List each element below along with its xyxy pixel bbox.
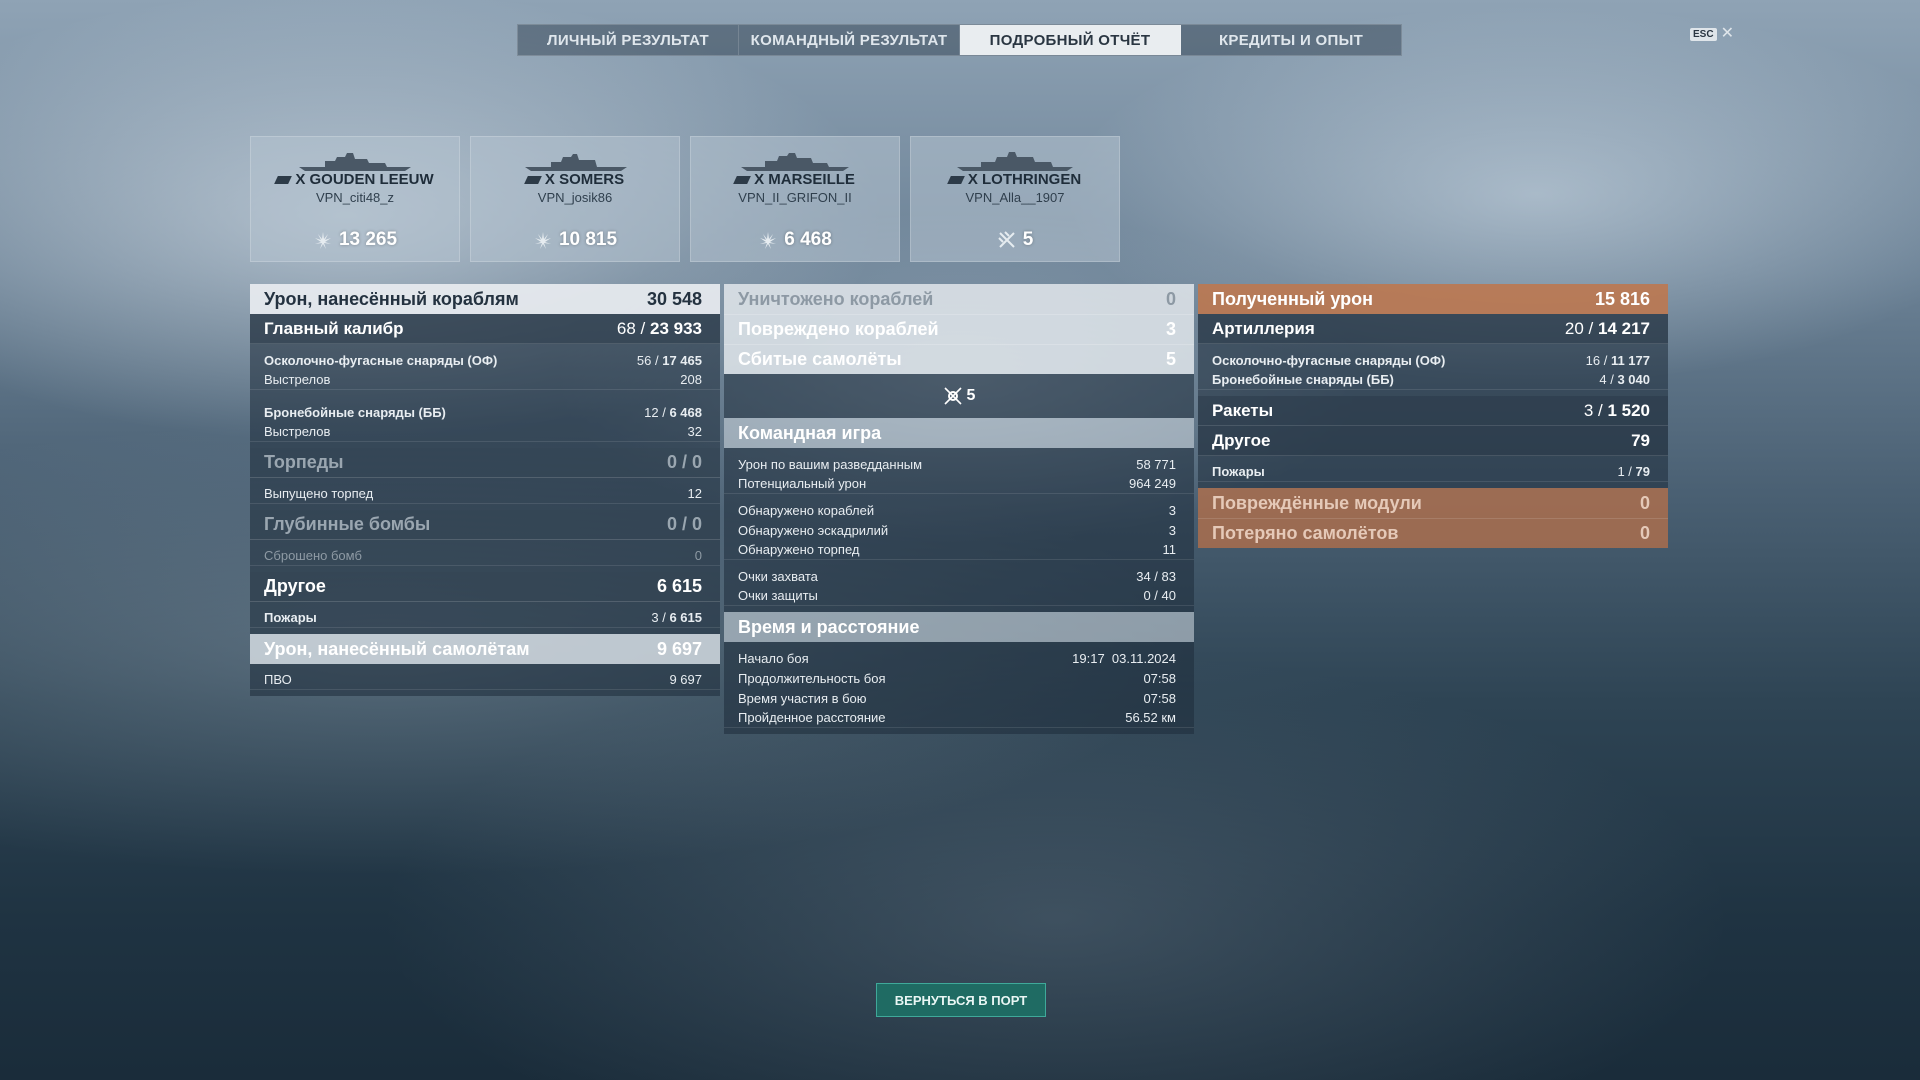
damaged-modules-row: Повреждённые модули 0 bbox=[1198, 488, 1668, 518]
score-value: 13 265 bbox=[338, 229, 398, 250]
damaged-ships-row: Повреждено кораблей 3 bbox=[724, 314, 1194, 344]
player-card: X MARSEILLE VPN_II_GRIFON_II 6 468 bbox=[690, 136, 900, 262]
ship-damage-header: Урон, нанесённый кораблям 30 548 bbox=[250, 284, 720, 314]
destroyed-ships-row: Уничтожено кораблей 0 bbox=[724, 284, 1194, 314]
planes-shot-icon bbox=[997, 231, 1015, 248]
ap-shells-row: Бронебойные снаряды (ББ) 12 / 6 468 bbox=[250, 402, 720, 422]
damage-icon bbox=[314, 232, 331, 249]
ship-silhouette-icon bbox=[741, 153, 849, 171]
ap-shots-row: Выстрелов 32 bbox=[250, 422, 720, 442]
depth-charges-row: Глубинные бомбы 0 / 0 bbox=[250, 510, 720, 540]
time-stat-row: Продолжительность боя 07:58 bbox=[724, 668, 1194, 688]
aa-row: ПВО 9 697 bbox=[250, 670, 720, 690]
damage-received-column: Полученный урон 15 816 Артиллерия 20 / 1… bbox=[1198, 284, 1668, 548]
player-name: VPN_II_GRIFON_II bbox=[738, 190, 852, 205]
team-stat-row: Урон по вашим разведданным 58 771 bbox=[724, 454, 1194, 474]
he-received-row: Осколочно-фугасные снаряды (ОФ) 16 / 11 … bbox=[1198, 350, 1668, 370]
received-damage-header: Полученный урон 15 816 bbox=[1198, 284, 1668, 314]
ship-silhouette-icon bbox=[299, 153, 411, 171]
flag-icon bbox=[946, 175, 965, 184]
team-stat-row: Обнаружено кораблей 3 bbox=[724, 500, 1194, 520]
team-stat-row: Потенциальный урон 964 249 bbox=[724, 474, 1194, 494]
damage-icon bbox=[760, 232, 777, 249]
time-stat-row: Время участия в бою 07:58 bbox=[724, 688, 1194, 708]
planes-shot-icon bbox=[943, 387, 962, 405]
he-shells-row: Осколочно-фугасные снаряды (ОФ) 56 / 17 … bbox=[250, 350, 720, 370]
top-players-cards: X GOUDEN LEEUW VPN_citi48_z 13 265 X SOM… bbox=[250, 136, 1120, 262]
he-shots-row: Выстрелов 208 bbox=[250, 370, 720, 390]
ship-name: X GOUDEN LEEUW bbox=[295, 171, 434, 188]
other-damage-row: Другое 6 615 bbox=[250, 572, 720, 602]
flag-icon bbox=[733, 175, 751, 184]
score-value: 5 bbox=[1022, 229, 1034, 250]
team-play-header: Командная игра bbox=[724, 418, 1194, 448]
return-to-port-button[interactable]: ВЕРНУТЬСЯ В ПОРТ bbox=[876, 983, 1046, 1017]
close-icon: ✕ bbox=[1720, 25, 1734, 42]
player-card: X GOUDEN LEEUW VPN_citi48_z 13 265 bbox=[250, 136, 460, 262]
player-name: VPN_citi48_z bbox=[315, 190, 395, 205]
planes-lost-row: Потеряно самолётов 0 bbox=[1198, 518, 1668, 548]
flag-icon bbox=[274, 175, 293, 184]
tab-team-result[interactable]: КОМАНДНЫЙ РЕЗУЛЬТАТ bbox=[739, 25, 960, 55]
ap-received-row: Бронебойные снаряды (ББ) 4 / 3 040 bbox=[1198, 370, 1668, 390]
ship-silhouette-icon bbox=[957, 152, 1073, 171]
team-stat-row: Очки захвата 34 / 83 bbox=[724, 566, 1194, 586]
artillery-row: Артиллерия 20 / 14 217 bbox=[1198, 314, 1668, 344]
main-battery-row: Главный калибр 68 / 23 933 bbox=[250, 314, 720, 344]
score-value: 10 815 bbox=[558, 229, 618, 250]
tab-personal-result[interactable]: ЛИЧНЫЙ РЕЗУЛЬТАТ bbox=[518, 25, 739, 55]
player-card: X SOMERS VPN_josik86 10 815 bbox=[470, 136, 680, 262]
bombs-dropped-row: Сброшено бомб 0 bbox=[250, 546, 720, 566]
damage-icon bbox=[534, 232, 551, 249]
time-stat-row: Начало боя 19:17 03.11.2024 bbox=[724, 648, 1194, 668]
rockets-row: Ракеты 3 / 1 520 bbox=[1198, 396, 1668, 426]
plane-damage-header: Урон, нанесённый самолётам 9 697 bbox=[250, 634, 720, 664]
other-received-row: Другое 79 bbox=[1198, 426, 1668, 456]
time-distance-header: Время и расстояние bbox=[724, 612, 1194, 642]
close-button[interactable]: ESC ✕ bbox=[1690, 25, 1734, 42]
ship-name: X MARSEILLE bbox=[754, 171, 855, 188]
team-stat-row: Обнаружено эскадрилий 3 bbox=[724, 520, 1194, 540]
ship-name: X LOTHRINGEN bbox=[967, 171, 1082, 188]
fires-received-row: Пожары 1 / 79 bbox=[1198, 462, 1668, 482]
summary-column: Уничтожено кораблей 0 Повреждено корабле… bbox=[724, 284, 1194, 734]
planes-shot-badge: 5 bbox=[724, 374, 1194, 418]
ship-name: X SOMERS bbox=[544, 171, 625, 188]
player-card: X LOTHRINGEN VPN_Alla__1907 5 bbox=[910, 136, 1120, 262]
tab-credits-xp[interactable]: КРЕДИТЫ И ОПЫТ bbox=[1181, 25, 1401, 55]
player-name: VPN_Alla__1907 bbox=[965, 190, 1065, 205]
player-name: VPN_josik86 bbox=[537, 190, 613, 205]
team-stat-row: Обнаружено торпед 11 bbox=[724, 540, 1194, 560]
team-stat-row: Очки защиты 0 / 40 bbox=[724, 586, 1194, 606]
torpedoes-row: Торпеды 0 / 0 bbox=[250, 448, 720, 478]
fires-row: Пожары 3 / 6 615 bbox=[250, 608, 720, 628]
time-stat-row: Пройденное расстояние 56.52 км bbox=[724, 708, 1194, 728]
planes-shot-row: Сбитые самолёты 5 bbox=[724, 344, 1194, 374]
ship-silhouette-icon bbox=[525, 154, 627, 171]
tab-detailed-report[interactable]: ПОДРОБНЫЙ ОТЧЁТ bbox=[960, 25, 1181, 55]
score-value: 6 468 bbox=[784, 229, 832, 250]
damage-dealt-column: Урон, нанесённый кораблям 30 548 Главный… bbox=[250, 284, 720, 696]
flag-icon bbox=[524, 175, 542, 184]
torpedoes-launched-row: Выпущено торпед 12 bbox=[250, 484, 720, 504]
esc-key-label: ESC bbox=[1690, 27, 1717, 41]
result-tabs: ЛИЧНЫЙ РЕЗУЛЬТАТ КОМАНДНЫЙ РЕЗУЛЬТАТ ПОД… bbox=[517, 24, 1402, 56]
